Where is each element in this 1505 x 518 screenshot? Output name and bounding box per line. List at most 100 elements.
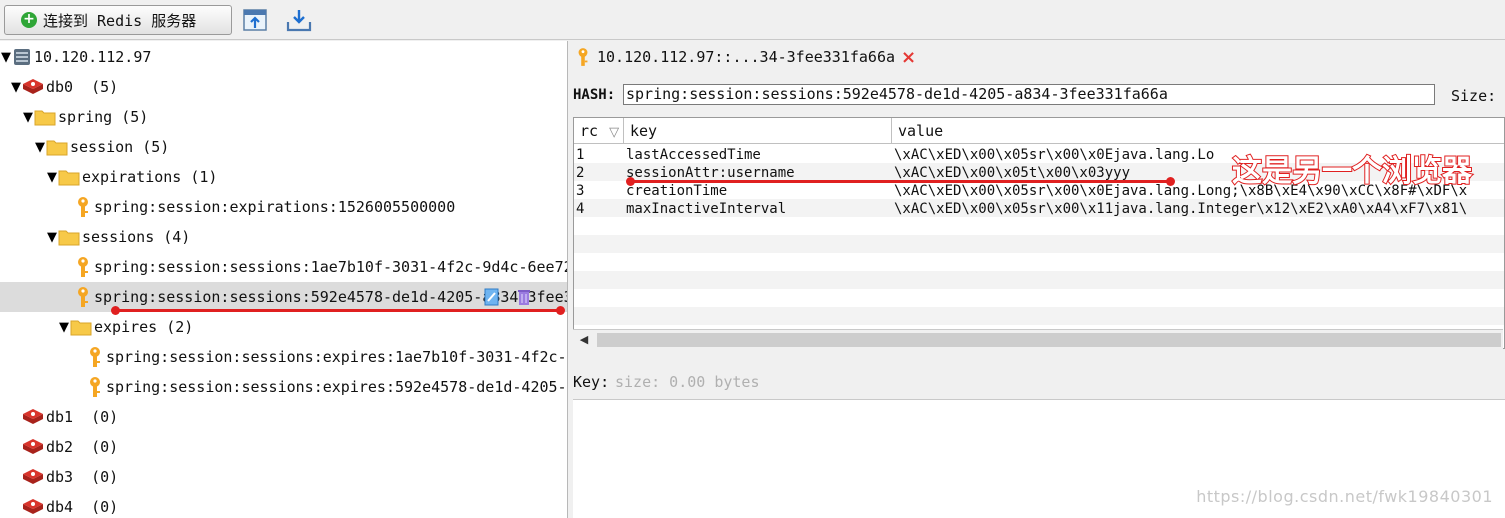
annotation-dot (1166, 177, 1175, 186)
db1-count: (0) (91, 408, 119, 426)
key-icon (90, 377, 100, 397)
redis-db-icon (23, 469, 43, 484)
connect-label: 连接到 Redis 服务器 (43, 11, 197, 30)
scroll-left-icon[interactable]: ◀ (575, 332, 593, 348)
tree-key-expirations[interactable]: spring:session:expirations:1526005500000 (0, 192, 567, 222)
tree-key-expires-1[interactable]: spring:session:sessions:expires:1ae7b10f… (0, 342, 568, 372)
delete-icon[interactable] (517, 288, 531, 306)
tab-key-editor[interactable]: 10.120.112.97::...34-3fee331fa66a × (575, 45, 916, 69)
sessions-count: (4) (163, 228, 191, 246)
db3-count: (0) (91, 468, 119, 486)
db1-label: db1 (46, 408, 74, 426)
column-header-key[interactable]: key (624, 118, 892, 144)
table-row-1-rc[interactable]: 1 (576, 146, 584, 164)
table-row-3-key[interactable]: creationTime (626, 182, 727, 200)
expirations-label: expirations (82, 168, 182, 186)
redis-db-icon (23, 79, 43, 94)
row-stripe (574, 307, 1504, 325)
tree-key-session-2[interactable]: spring:session:sessions:592e4578-de1d-42… (0, 282, 567, 312)
session-count: (5) (142, 138, 170, 156)
session-label: session (70, 138, 134, 156)
key-icon (78, 287, 88, 307)
column-header-rc-label: rc (580, 122, 599, 140)
tree-node-session[interactable]: ▼ session (5) (0, 132, 567, 162)
db2-label: db2 (46, 438, 74, 456)
tree-node-db3[interactable]: db3 (0) (0, 462, 567, 492)
tree-key-expires-2[interactable]: spring:session:sessions:expires:592e4578… (0, 372, 568, 402)
export-icon[interactable] (285, 8, 313, 34)
sessions-label: sessions (82, 228, 155, 246)
table-row-3-rc[interactable]: 3 (576, 182, 584, 200)
tree-node-db0[interactable]: ▼ db0 (5) (0, 72, 567, 102)
expirations-count: (1) (190, 168, 218, 186)
row-stripe (574, 235, 1504, 253)
table-row-1-value[interactable]: \xAC\xED\x00\x05sr\x00\x0Ejava.lang.Lo (894, 146, 1214, 164)
key-icon (578, 48, 588, 66)
spring-label: spring (58, 108, 113, 126)
db4-count: (0) (91, 498, 119, 516)
scroll-thumb[interactable] (597, 333, 1501, 347)
table-row-4-key[interactable]: maxInactiveInterval (626, 200, 786, 218)
key-icon (90, 347, 100, 367)
expires-count: (2) (166, 318, 194, 336)
expand-triangle-icon[interactable]: ▼ (10, 80, 22, 95)
rename-icon[interactable] (484, 288, 500, 306)
session-key-1-label: spring:session:sessions:1ae7b10f-3031-4f… (94, 258, 568, 276)
close-tab-icon[interactable]: × (901, 47, 916, 68)
expires-key-2-label: spring:session:sessions:expires:592e4578… (106, 378, 568, 396)
expand-triangle-icon[interactable]: ▼ (46, 230, 58, 245)
tab-title: 10.120.112.97::...34-3fee331fa66a (597, 48, 896, 66)
column-header-rc[interactable]: rc ▽ (574, 118, 624, 144)
expand-triangle-icon[interactable]: ▼ (22, 110, 34, 125)
row-stripe (574, 271, 1504, 289)
redis-db-icon (23, 499, 43, 514)
server-label: 10.120.112.97 (34, 48, 152, 66)
tree-node-expirations[interactable]: ▼ expirations (1) (0, 162, 567, 192)
db0-count: (5) (91, 78, 119, 96)
db4-label: db4 (46, 498, 74, 516)
import-icon[interactable] (242, 8, 270, 34)
db0-label: db0 (46, 78, 74, 96)
hash-key-input[interactable]: spring:session:sessions:592e4578-de1d-42… (623, 84, 1435, 105)
plus-icon: + (21, 12, 37, 28)
key-tree-panel[interactable]: ▼ 10.120.112.97 ▼ db0 (5) ▼ spring (5) ▼ (0, 41, 568, 518)
key-panel-label: Key: (573, 373, 610, 391)
table-row-1-key[interactable]: lastAccessedTime (626, 146, 761, 164)
table-horizontal-scrollbar[interactable]: ◀ (573, 329, 1503, 349)
tree-node-db2[interactable]: db2 (0) (0, 432, 567, 462)
db3-label: db3 (46, 468, 74, 486)
expand-triangle-icon[interactable]: ▼ (46, 170, 58, 185)
value-editor-panel: 10.120.112.97::...34-3fee331fa66a × HASH… (569, 41, 1505, 518)
size-label: Size: (1451, 87, 1497, 105)
tree-node-db4[interactable]: db4 (0) (0, 492, 567, 518)
expirations-key-label: spring:session:expirations:1526005500000 (94, 198, 456, 216)
tree-node-expires[interactable]: ▼ expires (2) (0, 312, 567, 342)
tree-node-spring[interactable]: ▼ spring (5) (0, 102, 567, 132)
expires-label: expires (94, 318, 158, 336)
folder-icon (34, 110, 56, 126)
sort-triangle-icon: ▽ (609, 125, 620, 140)
key-size-placeholder: size: 0.00 bytes (615, 373, 760, 391)
folder-icon (46, 140, 68, 156)
expand-triangle-icon[interactable]: ▼ (34, 140, 46, 155)
tree-key-session-1[interactable]: spring:session:sessions:1ae7b10f-3031-4f… (0, 252, 568, 282)
table-row-2-rc[interactable]: 2 (576, 164, 584, 182)
table-row-4-rc[interactable]: 4 (576, 200, 584, 218)
folder-icon (58, 230, 80, 246)
expires-key-1-label: spring:session:sessions:expires:1ae7b10f… (106, 348, 568, 366)
toolbar: + 连接到 Redis 服务器 (0, 0, 1505, 40)
column-header-value[interactable]: value (892, 118, 1504, 144)
spring-count: (5) (121, 108, 149, 126)
db2-count: (0) (91, 438, 119, 456)
expand-triangle-icon[interactable]: ▼ (0, 50, 12, 65)
expand-triangle-icon[interactable]: ▼ (58, 320, 70, 335)
tree-node-db1[interactable]: db1 (0) (0, 402, 567, 432)
redis-db-icon (23, 409, 43, 424)
table-row-4-value[interactable]: \xAC\xED\x00\x05sr\x00\x11java.lang.Inte… (894, 200, 1467, 218)
key-icon (78, 257, 88, 277)
connect-redis-button[interactable]: + 连接到 Redis 服务器 (4, 5, 232, 35)
tree-node-server[interactable]: ▼ 10.120.112.97 (0, 42, 567, 72)
folder-icon (70, 320, 92, 336)
tree-node-sessions[interactable]: ▼ sessions (4) (0, 222, 567, 252)
server-icon (14, 49, 30, 65)
